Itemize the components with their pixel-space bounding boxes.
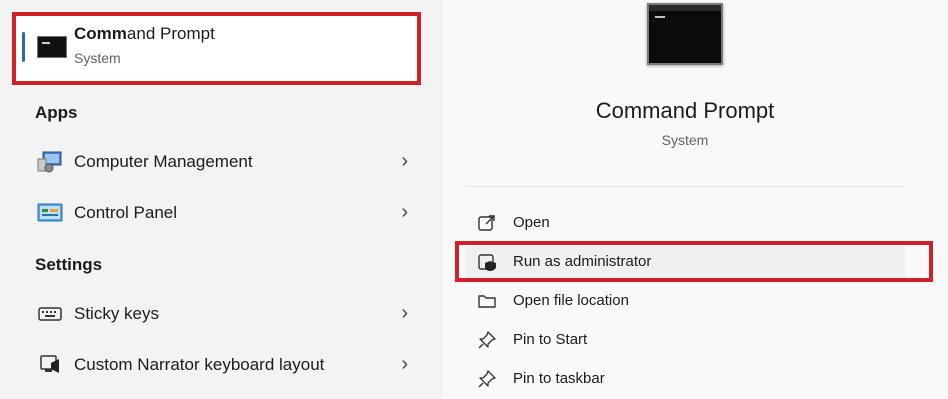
section-heading-settings: Settings [35,255,103,274]
computer-management-icon [37,151,63,173]
highlight-box-best-match [12,12,421,85]
open-external-icon [477,213,497,233]
action-label: Open file location [513,292,629,309]
chevron-right-icon[interactable]: › [401,201,408,224]
folder-icon [477,291,497,311]
result-computer-management[interactable]: Computer Management › [24,140,424,184]
result-custom-narrator-keyboard-layout[interactable]: Custom Narrator keyboard layout › [24,343,424,387]
control-panel-icon [37,202,63,224]
action-pin-to-start[interactable]: Pin to Start [465,324,905,356]
command-prompt-large-icon [647,3,723,65]
chevron-right-icon[interactable]: › [401,353,408,376]
action-label: Pin to Start [513,331,588,348]
result-label: Sticky keys [74,304,160,323]
detail-pane: Command Prompt System Open Run as admini… [443,0,948,399]
section-heading-apps: Apps [35,103,78,122]
result-control-panel[interactable]: Control Panel › [24,191,424,235]
action-pin-to-taskbar[interactable]: Pin to taskbar [465,363,905,395]
result-sticky-keys[interactable]: Sticky keys › [24,292,424,336]
divider [465,186,905,187]
detail-title: Command Prompt [595,98,775,123]
action-label: Open [513,214,550,231]
result-label: Computer Management [74,152,253,171]
keyboard-icon [37,303,63,325]
search-results-pane: Command Prompt System Apps Computer Mana… [0,0,443,399]
chevron-right-icon[interactable]: › [401,302,408,325]
detail-subtitle: System [661,132,709,148]
narrator-icon [37,354,63,376]
highlight-box-run-as-administrator [455,241,933,282]
action-label: Pin to taskbar [513,370,605,387]
result-label: Custom Narrator keyboard layout [74,355,325,374]
result-label: Control Panel [74,203,178,222]
pin-icon [477,330,497,350]
chevron-right-icon[interactable]: › [401,150,408,173]
action-open[interactable]: Open [465,207,905,239]
pin-icon [477,369,497,389]
action-open-file-location[interactable]: Open file location [465,285,905,317]
